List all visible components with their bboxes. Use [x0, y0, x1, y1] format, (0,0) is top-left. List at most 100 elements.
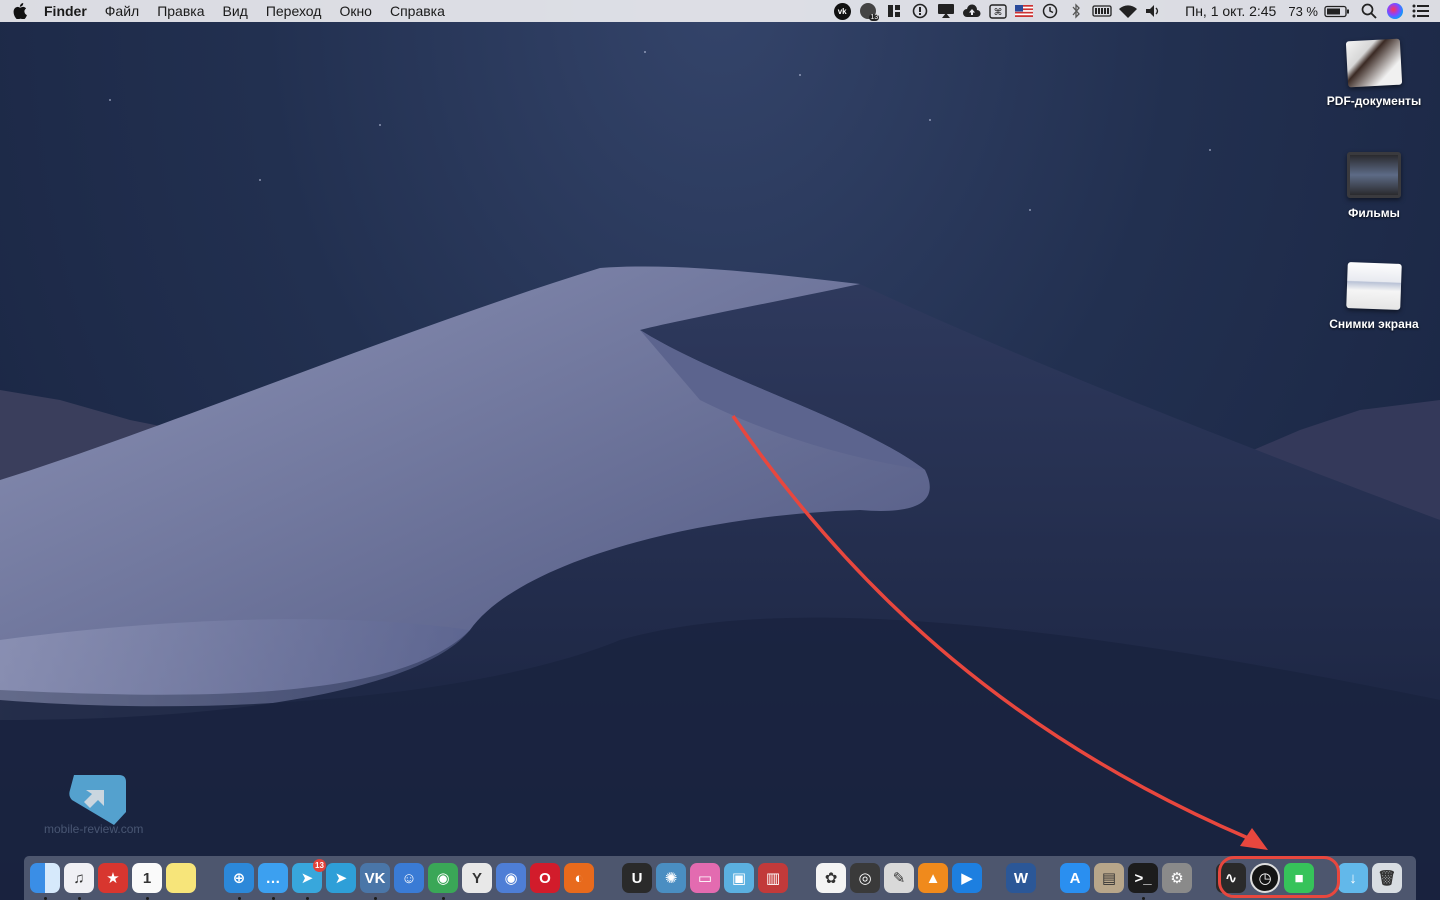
chrome-icon[interactable]: ◉: [428, 863, 458, 900]
siri-icon[interactable]: [1382, 0, 1408, 22]
dock-icon-glyph: VK: [364, 869, 386, 887]
vlc-icon[interactable]: ▲: [918, 863, 948, 893]
status-badge: 13: [869, 14, 880, 21]
dock-icon-glyph: ✎: [892, 870, 906, 887]
dock-icon-glyph: ✺: [664, 870, 678, 887]
messages-badge-icon[interactable]: 13: [855, 0, 881, 22]
battery-cells-icon[interactable]: [1089, 0, 1115, 22]
system-preferences-icon[interactable]: ⚙: [1162, 863, 1192, 893]
info-icon[interactable]: [907, 0, 933, 22]
desktop-stack-pdf[interactable]: PDF-документы: [1314, 38, 1434, 108]
dock-icon-glyph: ⊕: [232, 870, 246, 887]
battery-icon[interactable]: [1324, 0, 1350, 22]
dock-icon-glyph: ♫: [73, 869, 85, 887]
bookmarks-icon[interactable]: ★: [98, 863, 128, 893]
downloads-folder-icon[interactable]: ↓: [1338, 863, 1368, 893]
bartender-icon[interactable]: [881, 0, 907, 22]
messages-icon[interactable]: …: [258, 863, 288, 900]
notes-icon[interactable]: [166, 863, 196, 893]
battery-percent[interactable]: 73 %: [1282, 4, 1324, 19]
telegram-desktop-icon[interactable]: ➤ 13: [292, 859, 326, 900]
imac-icon[interactable]: ▭: [690, 863, 720, 893]
keyboard-cmd-icon[interactable]: ⌘: [985, 0, 1011, 22]
chromium-icon[interactable]: ◉: [496, 863, 526, 893]
surprise-app-icon[interactable]: ☺: [394, 863, 424, 893]
dock-icon-glyph: ➤: [300, 870, 314, 887]
dock-icon-glyph: ◉: [504, 870, 518, 887]
time-machine-icon[interactable]: [1037, 0, 1063, 22]
menu-window[interactable]: Окно: [330, 0, 381, 22]
ulysses-icon[interactable]: U: [622, 863, 652, 893]
dock-icon-glyph: ↓: [1349, 869, 1357, 887]
quicktime-icon[interactable]: ▶: [952, 863, 982, 893]
screenshot-app-icon[interactable]: ◎: [850, 863, 880, 893]
menu-go[interactable]: Переход: [257, 0, 331, 22]
menu-app-name[interactable]: Finder: [40, 0, 96, 22]
itunes-icon[interactable]: ♫: [64, 863, 94, 900]
finder-icon[interactable]: [30, 863, 60, 900]
photos-icon[interactable]: ✿: [816, 863, 846, 893]
safari-icon[interactable]: ⊕: [224, 863, 254, 900]
bluetooth-icon[interactable]: [1063, 0, 1089, 22]
word-icon[interactable]: W: [1006, 863, 1036, 893]
menu-help[interactable]: Справка: [381, 0, 454, 22]
photo-booth-icon[interactable]: ▥: [758, 863, 788, 893]
movies-stack-icon: [1347, 152, 1401, 198]
desktop-stack-movies[interactable]: Фильмы: [1314, 152, 1434, 220]
dock-icon-glyph: 🗑: [1377, 870, 1397, 887]
menu-right: vk 13 ⌘ Пн, 1 окт. 2:45 73 %: [829, 0, 1440, 22]
telegram-icon[interactable]: ➤: [326, 863, 356, 893]
trash-icon[interactable]: 🗑: [1372, 863, 1402, 893]
terminal-icon[interactable]: >_: [1128, 863, 1158, 900]
desktop: [0, 0, 1440, 900]
preview-icon[interactable]: ✎: [884, 863, 914, 893]
spotlight-search-icon[interactable]: [1356, 0, 1382, 22]
yandex-icon[interactable]: Y: [462, 863, 492, 893]
wifi-icon[interactable]: [1115, 0, 1141, 22]
apple-menu-icon[interactable]: [0, 3, 40, 19]
app-store-icon[interactable]: A: [1060, 863, 1090, 893]
dock-icon-glyph: ➤: [334, 870, 348, 887]
firefox-icon[interactable]: ◐: [564, 863, 594, 893]
menu-edit[interactable]: Правка: [148, 0, 213, 22]
dock-icon-glyph: U: [631, 869, 643, 887]
notification-center-icon[interactable]: [1408, 0, 1434, 22]
dock-icon-glyph: ◉: [436, 870, 450, 887]
menu-clock[interactable]: Пн, 1 окт. 2:45: [1167, 3, 1282, 19]
screenshots-stack-icon: [1346, 262, 1402, 310]
dock-icon-glyph: ▭: [697, 870, 713, 887]
dock-highlight-annotation: [1218, 856, 1340, 898]
pdf-stack-icon: [1345, 38, 1403, 88]
dock-icon-glyph: ▶: [961, 870, 973, 887]
opera-icon[interactable]: O: [530, 863, 560, 893]
vk-icon[interactable]: vk: [829, 0, 855, 22]
dock-icon-glyph: ⚙: [1170, 870, 1184, 887]
airplay-display-icon[interactable]: [933, 0, 959, 22]
app-wheel-icon[interactable]: ✺: [656, 863, 686, 893]
menu-file[interactable]: Файл: [96, 0, 148, 22]
menu-left: Finder Файл Правка Вид Переход Окно Спра…: [0, 0, 454, 22]
dock-icon-glyph: ◐: [574, 869, 584, 887]
screen-sharing-icon[interactable]: ▣: [724, 863, 754, 893]
dock-icon-glyph: O: [539, 869, 551, 887]
dock-icon-glyph: Y: [471, 869, 482, 887]
desktop-stack-label: Снимки экрана: [1329, 317, 1419, 331]
vk-icon[interactable]: VK: [360, 863, 390, 900]
wallpaper-dunes: [0, 51, 1440, 900]
calendar-icon[interactable]: 1: [132, 863, 162, 900]
dock-icon-glyph: ☺: [401, 869, 417, 887]
cloud-upload-icon[interactable]: [959, 0, 985, 22]
dock-icon-glyph: >_: [1134, 869, 1152, 887]
dock-icon-glyph: ▲: [925, 869, 941, 887]
volume-icon[interactable]: [1141, 0, 1167, 22]
dock-icon-glyph: …: [265, 869, 281, 887]
dock-icon-glyph: W: [1013, 869, 1029, 887]
dock-icon-glyph: ★: [106, 870, 120, 887]
desktop-stack-screenshots[interactable]: Снимки экрана: [1314, 262, 1434, 331]
menu-view[interactable]: Вид: [214, 0, 257, 22]
svg-text:⌘: ⌘: [994, 8, 1003, 18]
archive-icon[interactable]: ▤: [1094, 863, 1124, 893]
us-flag-icon[interactable]: [1011, 0, 1037, 22]
dock-icon-glyph: ▣: [731, 870, 747, 887]
dock-icon-glyph: ▤: [1101, 870, 1117, 887]
